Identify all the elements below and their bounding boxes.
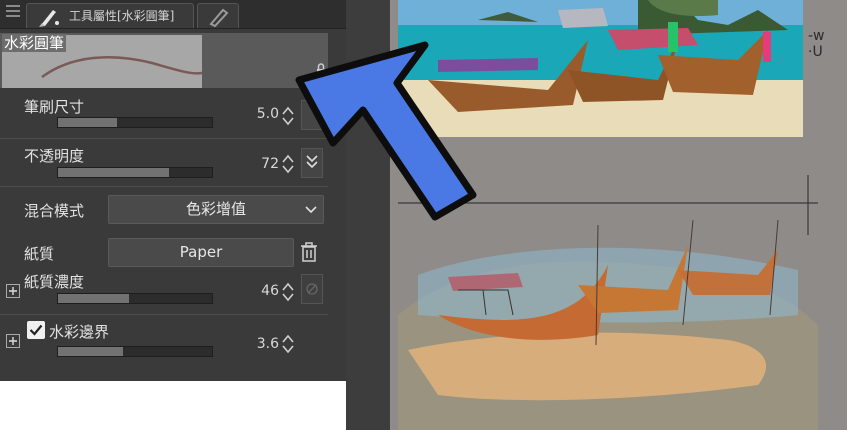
watercolor-edge-slider[interactable] (57, 346, 213, 357)
opacity-slider-fill (58, 168, 169, 177)
opacity-label: 不透明度 (24, 147, 85, 165)
texture-density-pressure-button[interactable] (301, 274, 323, 304)
opacity-slider[interactable] (57, 167, 213, 178)
note-line-1: -w (808, 28, 825, 44)
brush-size-label: 筆刷尺寸 (24, 98, 85, 116)
menu-icon[interactable] (6, 5, 20, 19)
divider (0, 138, 328, 139)
divider (0, 186, 328, 187)
texture-density-spin-icon[interactable] (281, 281, 295, 303)
brush-size-slider[interactable] (57, 117, 213, 128)
paper-texture-selector[interactable]: Paper (108, 238, 294, 267)
texture-density-slider[interactable] (57, 293, 213, 304)
canvas-notes: -w ·U (808, 28, 825, 60)
panel-tab-bar: 工具屬性[水彩圓筆] (0, 0, 346, 29)
trash-icon[interactable] (300, 241, 318, 263)
watercolor-edge-label: 水彩邊界 (49, 323, 110, 341)
paper-texture-selected: Paper (179, 243, 223, 261)
plus-icon (9, 287, 17, 295)
divider (0, 314, 328, 315)
tab-tool-property[interactable]: 工具屬性[水彩圓筆] (26, 3, 194, 28)
note-line-2: ·U (808, 44, 823, 60)
brush-name: 水彩圓筆 (2, 34, 67, 52)
panel-empty-area (0, 381, 346, 430)
watercolor-edge-spin-icon[interactable] (281, 333, 295, 355)
blend-mode-selected: 色彩增值 (185, 200, 246, 218)
tab-title: 工具屬性[水彩圓筆] (69, 9, 175, 23)
expand-texture-density-button[interactable] (6, 284, 20, 298)
watercolor-edge-slider-fill (58, 347, 123, 356)
brush-size-slider-fill (58, 118, 117, 127)
paper-texture-label: 紙質 (24, 245, 55, 263)
expand-watercolor-edge-button[interactable] (6, 334, 20, 348)
ruler-tab-icon (209, 8, 229, 27)
tab-sub-tool[interactable] (197, 3, 239, 28)
texture-density-value[interactable]: 46 (245, 283, 279, 299)
watercolor-edge-value[interactable]: 3.6 (245, 336, 279, 352)
opacity-value[interactable]: 72 (245, 156, 279, 172)
disabled-icon (306, 283, 318, 295)
texture-density-label: 紙質濃度 (24, 273, 85, 291)
brush-tab-icon (39, 10, 59, 27)
checkmark-icon (29, 324, 43, 336)
watercolor-edge-checkbox[interactable] (27, 321, 45, 339)
brush-size-value[interactable]: 5.0 (245, 106, 279, 122)
texture-density-slider-fill (58, 294, 129, 303)
blend-mode-label: 混合模式 (24, 202, 85, 220)
plus-icon (9, 337, 17, 345)
blue-arrow-annotation (295, 41, 477, 221)
